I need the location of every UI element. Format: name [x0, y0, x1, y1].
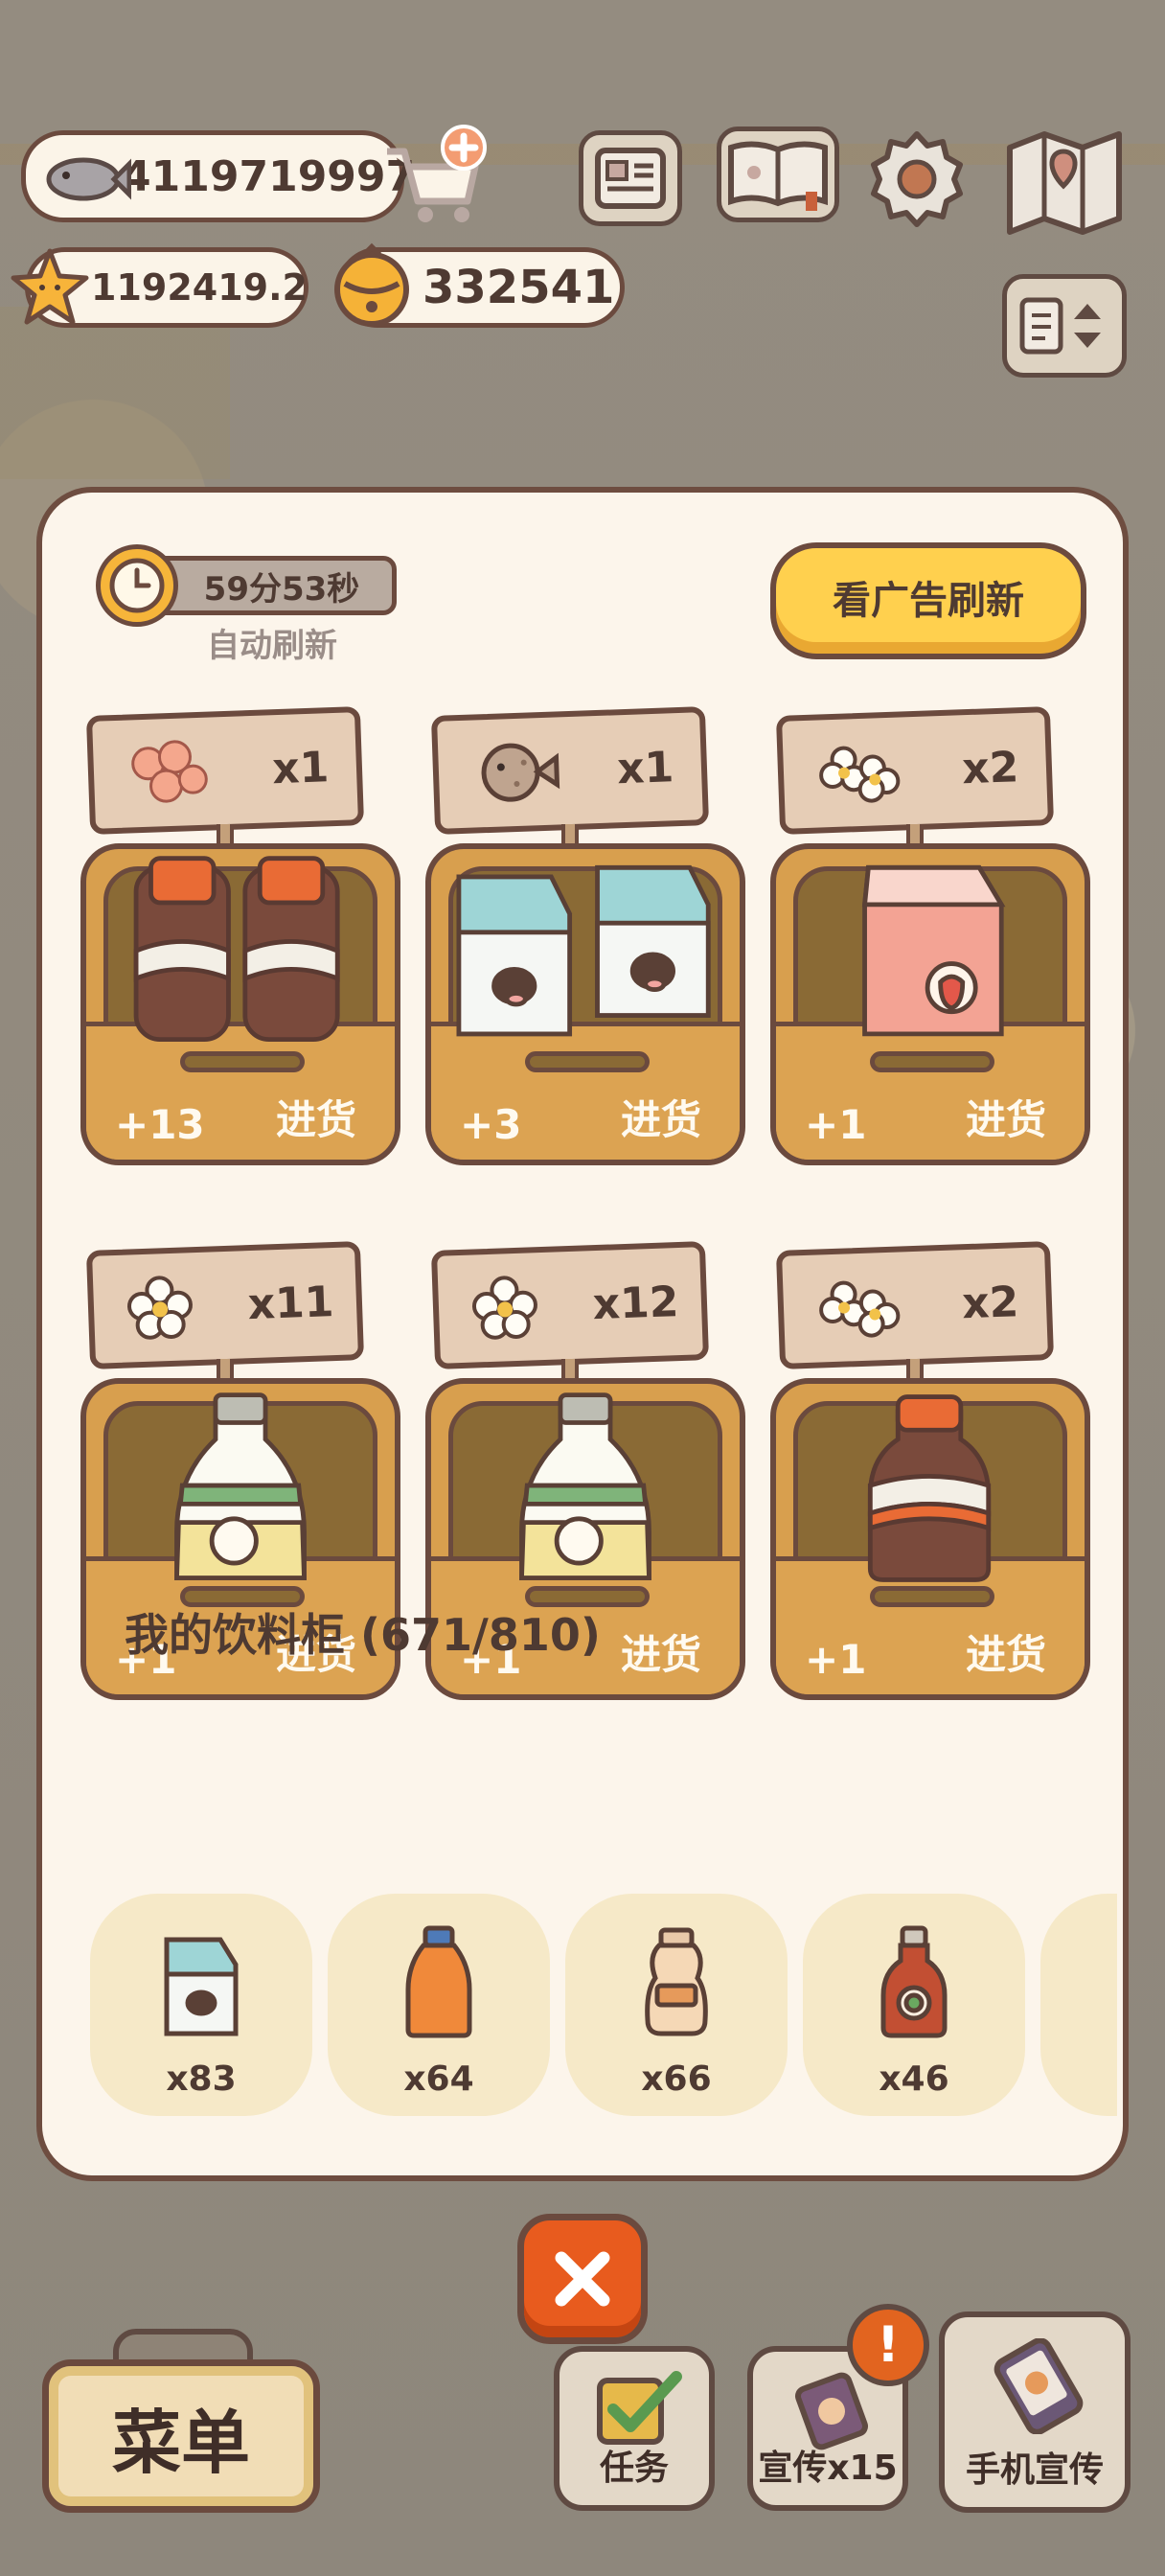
- alert-badge-text: !: [877, 2316, 900, 2374]
- phone-promote-button[interactable]: 手机宣传: [939, 2312, 1131, 2513]
- fish-count: 4119719997: [122, 151, 416, 201]
- product-slot-2[interactable]: x1 +3 进货: [425, 706, 751, 1209]
- price-sign: x2: [775, 1241, 1055, 1369]
- price-quantity: x1: [271, 742, 331, 794]
- product-slot-1[interactable]: x1 +13 进货: [80, 706, 406, 1209]
- menu-label: 菜单: [111, 2402, 250, 2483]
- price-quantity: x2: [961, 1276, 1020, 1328]
- product-crate: +3 进货: [425, 843, 745, 1165]
- star-icon: [11, 248, 89, 325]
- sort-toggle-button[interactable]: [1002, 274, 1127, 378]
- white-flower-icon: [471, 1276, 537, 1340]
- restock-label: 进货: [620, 1096, 701, 1143]
- add-fish-button[interactable]: [381, 123, 489, 228]
- restock-label: 进货: [965, 1631, 1046, 1678]
- product-crate: +1 进货: [770, 1378, 1090, 1700]
- product-slot-4[interactable]: x11 +1 进货: [80, 1241, 406, 1744]
- price-sign: x2: [775, 706, 1055, 835]
- refresh-timer-text: 59分53秒: [203, 569, 360, 609]
- map-icon: [1007, 131, 1122, 235]
- alert-badge: !: [847, 2304, 929, 2386]
- product-slot-6[interactable]: x2 +1 进货: [770, 1241, 1096, 1744]
- promo-card-icon: [794, 2372, 869, 2450]
- price-quantity: x11: [246, 1276, 335, 1329]
- white-flower-icon: [126, 1276, 193, 1340]
- cart-add-icon: [387, 125, 487, 222]
- white-flowers-icon: [818, 746, 901, 803]
- peach-juice-icon: [880, 1925, 948, 2038]
- phone-icon: [994, 2338, 1084, 2434]
- watch-ad-refresh-label: 看广告刷新: [833, 579, 1024, 623]
- pufferfish-icon: [481, 743, 560, 802]
- sort-toggle-icon: [1019, 297, 1101, 355]
- refresh-timer: 59分53秒: [148, 556, 397, 615]
- phone-promote-label: 手机宣传: [965, 2450, 1104, 2490]
- price-quantity: x2: [961, 742, 1020, 794]
- inventory-item-milk[interactable]: x83: [90, 1894, 312, 2116]
- restock-panel: 59分53秒 自动刷新 看广告刷新 x1 +13 进货 x1 +3 进货 x2 …: [36, 487, 1129, 2181]
- stock-bonus: +1: [805, 1101, 867, 1148]
- auto-refresh-label: 自动刷新: [207, 627, 337, 665]
- paw-book-button[interactable]: [717, 126, 839, 222]
- fish-currency-pill: 4119719997: [21, 130, 415, 222]
- stock-bonus: +13: [115, 1101, 205, 1148]
- star-count: 1192419.2: [91, 266, 308, 309]
- newspaper-button[interactable]: [579, 130, 682, 226]
- milk-carton-icon: [164, 1937, 239, 2036]
- gear-icon: [871, 131, 963, 227]
- product-crate: +1 进货: [770, 843, 1090, 1165]
- close-button[interactable]: [517, 2214, 648, 2344]
- yogurt-drink-icon: [645, 1927, 708, 2036]
- restock-label: 进货: [965, 1096, 1046, 1143]
- stock-bonus: +1: [805, 1636, 867, 1683]
- inventory-item-orange-juice[interactable]: x64: [328, 1894, 550, 2116]
- price-quantity: x1: [616, 742, 675, 794]
- inventory-count: x64: [403, 2059, 474, 2099]
- fish-icon: [46, 157, 131, 201]
- background-beam: [0, 307, 230, 479]
- white-flowers-icon: [818, 1280, 901, 1338]
- bell-count: 332541: [423, 261, 615, 314]
- product-crate: +13 进货: [80, 843, 400, 1165]
- product-slot-5[interactable]: x12 +1 进货: [425, 1241, 751, 1744]
- price-sign: x12: [430, 1241, 710, 1369]
- paw-book-icon: [728, 141, 828, 211]
- inventory-item-peach-juice[interactable]: x46: [803, 1894, 1025, 2116]
- menu-button[interactable]: 菜单: [42, 2359, 320, 2513]
- map-button[interactable]: [1002, 123, 1127, 238]
- stock-bonus: +3: [460, 1101, 522, 1148]
- price-sign: x11: [85, 1241, 365, 1369]
- restock-label: 进货: [620, 1631, 701, 1678]
- inventory-count: x46: [879, 2059, 949, 2099]
- clock-face: [109, 558, 165, 613]
- inventory-count: x66: [641, 2059, 712, 2099]
- close-icon: [555, 2251, 610, 2307]
- product-slot-3[interactable]: x2 +1 进货: [770, 706, 1096, 1209]
- orange-juice-icon: [405, 1925, 472, 2038]
- checklist-icon: [597, 2371, 682, 2445]
- newspaper-icon: [595, 148, 666, 209]
- bell-icon: [334, 242, 409, 327]
- watch-ad-refresh-button[interactable]: 看广告刷新: [770, 542, 1086, 659]
- drink-cabinet-title: 我的饮料柜 (671/810): [125, 1609, 601, 1661]
- settings-button[interactable]: [864, 126, 970, 232]
- price-sign: x1: [85, 706, 365, 835]
- inventory-count: x83: [166, 2059, 237, 2099]
- inventory-item-partial[interactable]: [1040, 1894, 1117, 2116]
- price-sign: x1: [430, 706, 710, 835]
- price-quantity: x12: [591, 1276, 680, 1329]
- flower-cluster-icon: [130, 740, 208, 803]
- inventory-item-yogurt-drink[interactable]: x66: [565, 1894, 788, 2116]
- tasks-button[interactable]: 任务: [554, 2346, 715, 2511]
- clock-icon: [96, 544, 178, 627]
- restock-label: 进货: [275, 1096, 356, 1143]
